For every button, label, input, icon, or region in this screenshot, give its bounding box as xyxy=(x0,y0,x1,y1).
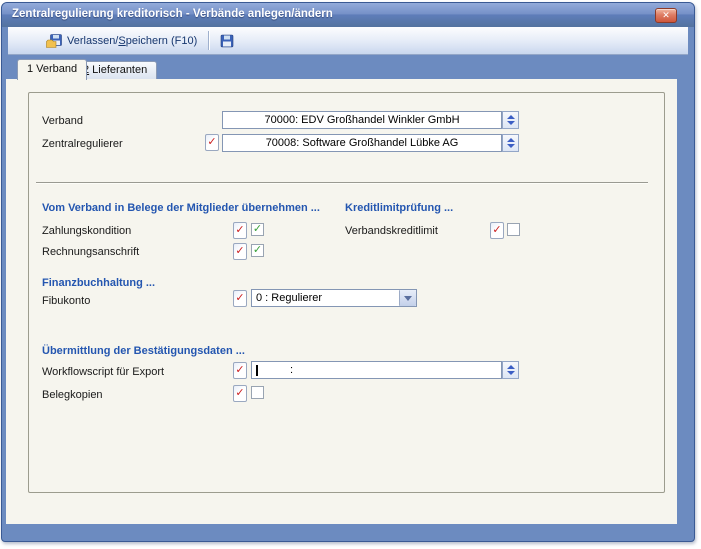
exit-save-label: Verlassen/Speichern (F10) xyxy=(67,35,197,47)
save-button[interactable] xyxy=(215,31,239,51)
exit-save-label-accel: S xyxy=(118,35,125,47)
spinner-up-icon xyxy=(507,365,515,369)
tab-lieferanten-label: Lieferanten xyxy=(89,64,147,76)
belegkopien-checkbox[interactable] xyxy=(251,386,264,399)
rechnungsanschrift-checkbox[interactable]: ✓ xyxy=(251,244,264,257)
belegkopien-label: Belegkopien xyxy=(42,389,103,401)
verbandskreditlimit-label: Verbandskreditlimit xyxy=(345,225,438,237)
content-pane: Verband 70000: EDV Großhandel Winkler Gm… xyxy=(6,79,677,524)
verband-spinner[interactable] xyxy=(502,111,519,129)
workflowscript-value: : xyxy=(290,363,293,378)
kreditlimit-heading: Kreditlimitprüfung ... xyxy=(345,202,453,214)
required-edit-icon[interactable]: ✓ xyxy=(233,222,247,239)
close-icon: ✕ xyxy=(662,10,670,20)
fibukonto-dropdown[interactable]: 0 : Regulierer xyxy=(251,289,417,307)
title-bar[interactable]: Zentralregulierung kreditorisch - Verbän… xyxy=(2,3,694,27)
spinner-up-icon xyxy=(507,138,515,142)
zentralregulierer-label: Zentralregulierer xyxy=(42,138,123,150)
fibukonto-dropdown-button[interactable] xyxy=(399,290,416,306)
tab-verband-label: 1 Verband xyxy=(27,63,77,75)
spinner-down-icon xyxy=(507,144,515,148)
required-edit-icon[interactable]: ✓ xyxy=(205,134,219,151)
tab-verband[interactable]: 1 Verband xyxy=(17,59,87,80)
rechnungsanschrift-label: Rechnungsanschrift xyxy=(42,246,139,258)
required-edit-icon[interactable]: ✓ xyxy=(233,385,247,402)
dropdown-arrow-icon xyxy=(404,296,412,301)
text-caret xyxy=(256,365,258,376)
required-edit-icon[interactable]: ✓ xyxy=(490,222,504,239)
close-button[interactable]: ✕ xyxy=(655,8,677,23)
dialog-window: Zentralregulierung kreditorisch - Verbän… xyxy=(1,2,695,542)
verband-label: Verband xyxy=(42,115,83,127)
fibukonto-label: Fibukonto xyxy=(42,295,90,307)
workflowscript-spinner[interactable] xyxy=(502,361,519,379)
zahlungskondition-checkbox[interactable]: ✓ xyxy=(251,223,264,236)
required-edit-icon[interactable]: ✓ xyxy=(233,362,247,379)
zahlungskondition-label: Zahlungskondition xyxy=(42,225,131,237)
toolbar-separator xyxy=(208,31,209,50)
spinner-down-icon xyxy=(507,121,515,125)
exit-save-icon xyxy=(46,33,62,49)
spinner-up-icon xyxy=(507,115,515,119)
exit-save-label-prefix: Verlassen/ xyxy=(67,35,118,47)
exit-save-label-suffix: peichern (F10) xyxy=(126,35,198,47)
save-icon xyxy=(219,33,235,49)
workflowscript-input[interactable]: : xyxy=(251,361,502,379)
finanzbuchhaltung-heading: Finanzbuchhaltung ... xyxy=(42,277,155,289)
required-edit-icon[interactable]: ✓ xyxy=(233,243,247,260)
workflowscript-label: Workflowscript für Export xyxy=(42,366,164,378)
spinner-down-icon xyxy=(507,371,515,375)
required-edit-icon[interactable]: ✓ xyxy=(233,290,247,307)
window-title: Zentralregulierung kreditorisch - Verbän… xyxy=(12,8,333,20)
zentralregulierer-combo[interactable]: 70008: Software Großhandel Lübke AG xyxy=(222,134,502,152)
exit-save-button[interactable]: Verlassen/Speichern (F10) xyxy=(42,31,204,51)
verbandskreditlimit-checkbox[interactable] xyxy=(507,223,520,236)
separator-line xyxy=(36,182,648,184)
toolbar: Verlassen/Speichern (F10) xyxy=(8,27,688,55)
uebermittlung-heading: Übermittlung der Bestätigungsdaten ... xyxy=(42,345,245,357)
fibukonto-value: 0 : Regulierer xyxy=(256,291,398,306)
uebernehmen-heading: Vom Verband in Belege der Mitglieder übe… xyxy=(42,202,320,214)
zentralregulierer-spinner[interactable] xyxy=(502,134,519,152)
verband-combo[interactable]: 70000: EDV Großhandel Winkler GmbH xyxy=(222,111,502,129)
